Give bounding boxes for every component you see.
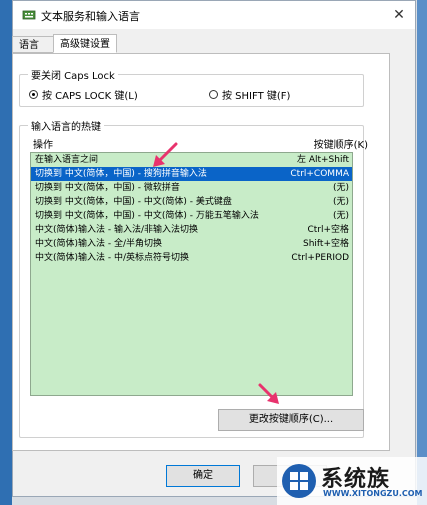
hotkey-action: 切换到 中文(简体，中国) - 搜狗拼音输入法 bbox=[35, 169, 207, 179]
hotkeys-legend: 输入语言的热键 bbox=[31, 122, 101, 133]
hotkey-row[interactable]: 切换到 中文(简体，中国) - 中文(简体) - 万能五笔输入法 (无) bbox=[31, 209, 352, 223]
tab-language-bar[interactable]: 语言栏 bbox=[12, 36, 54, 68]
hotkey-keys: Shift+空格 bbox=[303, 239, 349, 249]
hotkey-keys: (无) bbox=[332, 197, 349, 207]
keyboard-app-icon bbox=[22, 10, 36, 20]
desktop-background-right bbox=[417, 0, 427, 505]
title-bar[interactable]: 文本服务和输入语言 ✕ bbox=[13, 1, 415, 29]
change-key-sequence-button[interactable]: 更改按键顺序(C)... bbox=[218, 409, 364, 431]
hotkey-action: 切换到 中文(简体，中国) - 中文(简体) - 万能五笔输入法 bbox=[35, 211, 259, 221]
tab-advanced-key-settings[interactable]: 高级键设置 bbox=[53, 34, 117, 53]
hotkey-row[interactable]: 中文(简体)输入法 - 全/半角切换 Shift+空格 bbox=[31, 237, 352, 251]
window-title: 文本服务和输入语言 bbox=[41, 10, 140, 23]
hotkey-list[interactable]: 在输入语言之间 左 Alt+Shift 切换到 中文(简体，中国) - 搜狗拼音… bbox=[30, 152, 353, 396]
hotkey-keys: 左 Alt+Shift bbox=[296, 155, 349, 165]
radio-unselected-indicator bbox=[209, 90, 218, 99]
annotation-arrow-icon bbox=[153, 142, 178, 167]
column-header-action: 操作 bbox=[33, 140, 53, 151]
radio-selected-indicator bbox=[29, 90, 38, 99]
hotkey-action: 切换到 中文(简体，中国) - 微软拼音 bbox=[35, 183, 180, 193]
close-icon[interactable]: ✕ bbox=[389, 7, 409, 23]
hotkey-row[interactable]: 中文(简体)输入法 - 输入法/非输入法切换 Ctrl+空格 bbox=[31, 223, 352, 237]
column-header-key-sequence: 按键顺序(K) bbox=[313, 140, 368, 151]
hotkey-action: 在输入语言之间 bbox=[35, 155, 99, 165]
hotkey-action: 中文(简体)输入法 - 全/半角切换 bbox=[35, 239, 163, 249]
hotkey-action: 切换到 中文(简体，中国) - 中文(简体) - 美式键盘 bbox=[35, 197, 232, 207]
desktop-background-left bbox=[0, 0, 12, 505]
radio-shift-label: 按 SHIFT 键(F) bbox=[222, 91, 291, 102]
hotkey-row[interactable]: 在输入语言之间 左 Alt+Shift bbox=[31, 153, 352, 167]
hotkey-row[interactable]: 切换到 中文(简体，中国) - 中文(简体) - 美式键盘 (无) bbox=[31, 195, 352, 209]
radio-shift-key[interactable]: 按 SHIFT 键(F) bbox=[209, 87, 290, 102]
hotkey-keys: Ctrl+空格 bbox=[307, 225, 349, 235]
annotation-arrow-icon bbox=[258, 383, 279, 404]
hotkey-keys: (无) bbox=[332, 211, 349, 221]
radio-caps-lock-label: 按 CAPS LOCK 键(L) bbox=[42, 91, 138, 102]
hotkey-row-selected[interactable]: 切换到 中文(简体，中国) - 搜狗拼音输入法 Ctrl+COMMA bbox=[31, 167, 352, 181]
hotkey-action: 中文(简体)输入法 - 输入法/非输入法切换 bbox=[35, 225, 199, 235]
hotkey-keys: (无) bbox=[332, 183, 349, 193]
caps-lock-legend: 要关闭 Caps Lock bbox=[31, 71, 115, 82]
watermark-url: WWW.XITONGZU.COM bbox=[323, 489, 423, 498]
hotkey-action: 中文(简体)输入法 - 中/英标点符号切换 bbox=[35, 253, 190, 263]
hotkey-row[interactable]: 中文(简体)输入法 - 中/英标点符号切换 Ctrl+PERIOD bbox=[31, 251, 352, 265]
radio-caps-lock-key[interactable]: 按 CAPS LOCK 键(L) bbox=[29, 87, 138, 102]
hotkey-row[interactable]: 切换到 中文(简体，中国) - 微软拼音 (无) bbox=[31, 181, 352, 195]
site-watermark: 系统族 WWW.XITONGZU.COM bbox=[277, 457, 427, 505]
ok-button[interactable]: 确定 bbox=[166, 465, 240, 487]
windows-logo-icon bbox=[282, 464, 316, 498]
hotkey-keys: Ctrl+COMMA bbox=[290, 169, 349, 179]
hotkey-keys: Ctrl+PERIOD bbox=[291, 253, 349, 263]
